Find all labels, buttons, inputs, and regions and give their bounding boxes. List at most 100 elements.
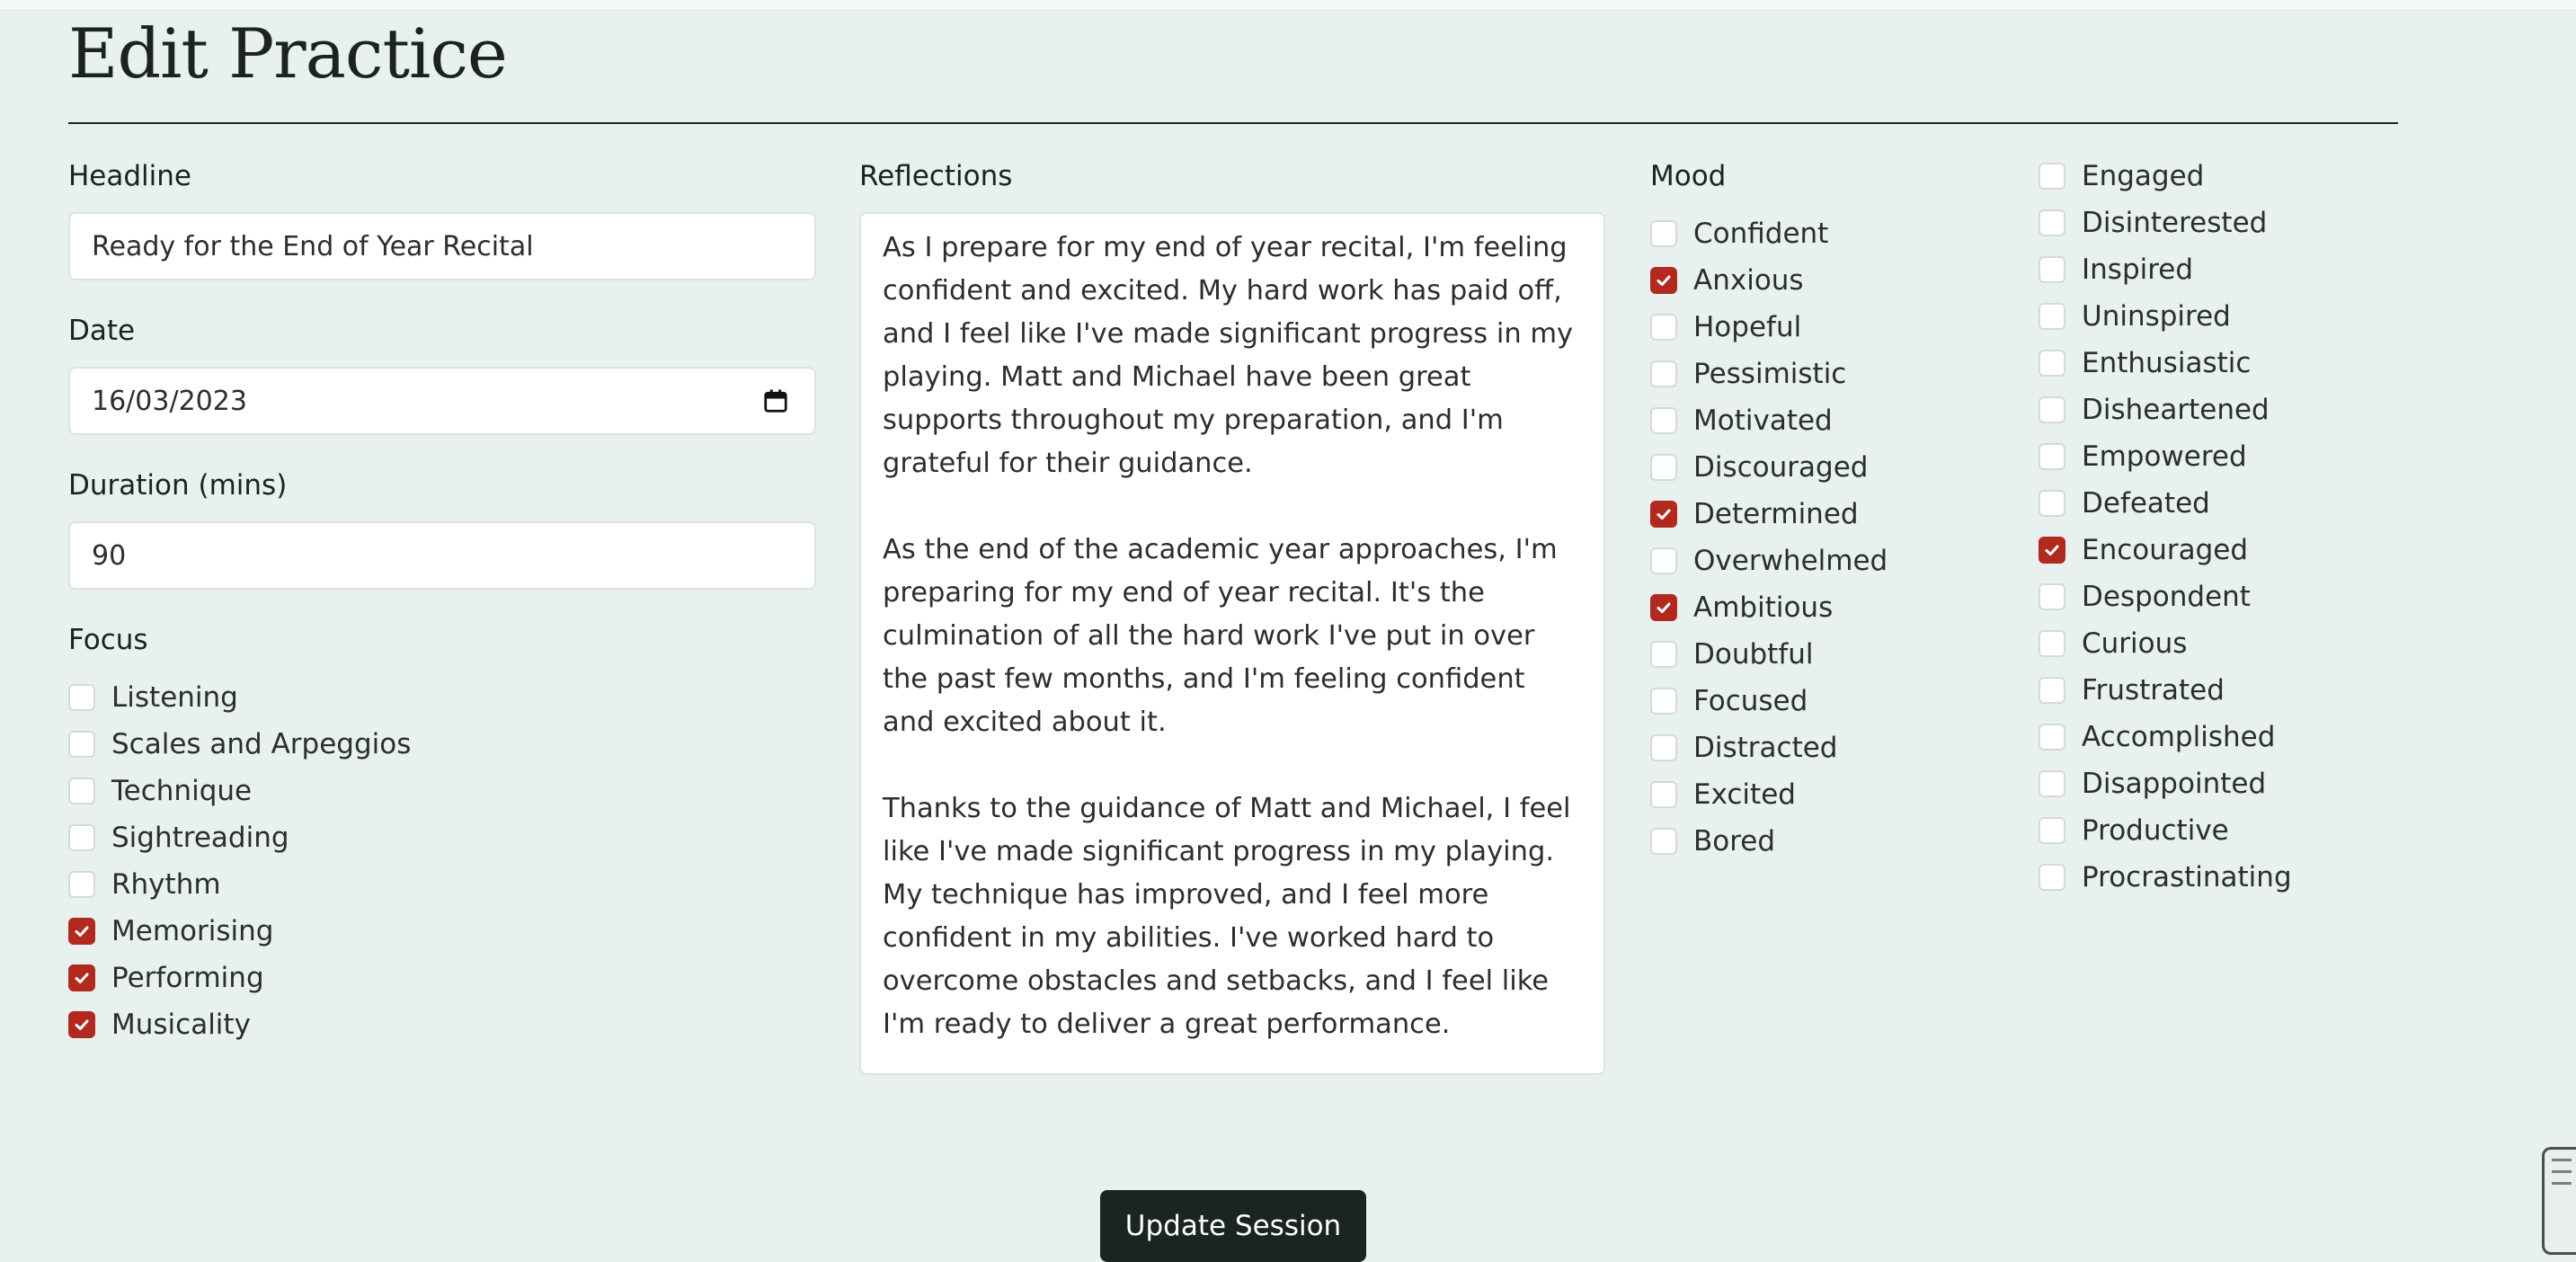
checkbox-label: Curious	[2082, 627, 2188, 660]
checkbox-option-defeated[interactable]: Defeated	[2039, 480, 2292, 527]
checkbox[interactable]	[1650, 267, 1677, 294]
checkbox-option-accomplished[interactable]: Accomplished	[2039, 714, 2292, 760]
checkbox[interactable]	[2039, 443, 2065, 470]
checkbox[interactable]	[68, 824, 95, 851]
checkbox-option-scales-and-arpeggios[interactable]: Scales and Arpeggios	[68, 721, 411, 768]
checkbox-option-encouraged[interactable]: Encouraged	[2039, 527, 2292, 573]
checkbox-option-anxious[interactable]: Anxious	[1650, 257, 1888, 304]
reflections-textarea[interactable]: As I prepare for my end of year recital,…	[859, 212, 1605, 1075]
checkbox-option-inspired[interactable]: Inspired	[2039, 246, 2292, 293]
checkbox[interactable]	[1650, 828, 1677, 855]
checkbox[interactable]	[1650, 688, 1677, 715]
checkbox-option-performing[interactable]: Performing	[68, 955, 411, 1001]
checkbox-label: Technique	[111, 775, 253, 807]
checkbox[interactable]	[68, 731, 95, 758]
checkbox-label: Distracted	[1693, 732, 1838, 764]
checkbox-option-memorising[interactable]: Memorising	[68, 908, 411, 955]
checkmark-icon	[75, 926, 89, 937]
page-title: Edit Practice	[68, 13, 508, 93]
checkbox-option-pessimistic[interactable]: Pessimistic	[1650, 351, 1888, 397]
checkbox[interactable]	[2039, 209, 2065, 236]
checkbox[interactable]	[1650, 454, 1677, 481]
checkbox[interactable]	[2039, 350, 2065, 377]
checkbox[interactable]	[2039, 770, 2065, 797]
checkbox[interactable]	[2039, 303, 2065, 330]
checkbox-label: Excited	[1693, 778, 1796, 811]
date-input[interactable]: 16/03/2023	[68, 367, 816, 435]
checkbox[interactable]	[68, 964, 95, 991]
checkbox[interactable]	[68, 684, 95, 711]
checkbox-option-productive[interactable]: Productive	[2039, 807, 2292, 854]
checkbox[interactable]	[2039, 256, 2065, 283]
checkbox[interactable]	[68, 871, 95, 898]
checkbox[interactable]	[1650, 547, 1677, 574]
checkbox[interactable]	[1650, 314, 1677, 341]
checkbox-label: Uninspired	[2082, 300, 2231, 333]
checkbox[interactable]	[1650, 407, 1677, 434]
checkbox-option-empowered[interactable]: Empowered	[2039, 433, 2292, 480]
checkbox[interactable]	[1650, 220, 1677, 247]
checkbox-option-uninspired[interactable]: Uninspired	[2039, 293, 2292, 340]
checkbox-option-distracted[interactable]: Distracted	[1650, 724, 1888, 771]
checkbox-option-musicality[interactable]: Musicality	[68, 1001, 411, 1048]
checkbox-option-despondent[interactable]: Despondent	[2039, 573, 2292, 620]
calendar-icon[interactable]	[762, 387, 789, 414]
duration-input[interactable]: 90	[68, 521, 816, 590]
checkbox-option-ambitious[interactable]: Ambitious	[1650, 584, 1888, 631]
checkbox-option-determined[interactable]: Determined	[1650, 491, 1888, 538]
checkbox[interactable]	[1650, 501, 1677, 528]
floating-widget-tab[interactable]	[2542, 1147, 2576, 1255]
headline-label: Headline	[68, 160, 192, 192]
checkbox[interactable]	[2039, 630, 2065, 657]
checkbox[interactable]	[2039, 537, 2065, 564]
checkbox-label: Inspired	[2082, 253, 2194, 286]
checkbox-option-focused[interactable]: Focused	[1650, 678, 1888, 724]
checkbox[interactable]	[1650, 594, 1677, 621]
checkbox-label: Determined	[1693, 498, 1859, 530]
checkbox-option-enthusiastic[interactable]: Enthusiastic	[2039, 340, 2292, 387]
checkbox-option-overwhelmed[interactable]: Overwhelmed	[1650, 538, 1888, 584]
headline-value: Ready for the End of Year Recital	[92, 230, 534, 262]
checkbox[interactable]	[2039, 163, 2065, 190]
checkbox-label: Sightreading	[111, 822, 289, 854]
checkbox[interactable]	[68, 778, 95, 804]
checkbox-option-excited[interactable]: Excited	[1650, 771, 1888, 818]
checkbox-option-engaged[interactable]: Engaged	[2039, 153, 2292, 200]
checkbox-option-listening[interactable]: Listening	[68, 674, 411, 721]
checkbox[interactable]	[2039, 817, 2065, 844]
checkbox-option-discouraged[interactable]: Discouraged	[1650, 444, 1888, 491]
checkbox[interactable]	[2039, 583, 2065, 610]
checkbox-option-procrastinating[interactable]: Procrastinating	[2039, 854, 2292, 901]
checkbox-option-disappointed[interactable]: Disappointed	[2039, 760, 2292, 807]
checkbox[interactable]	[1650, 641, 1677, 668]
checkbox-label: Performing	[111, 962, 264, 994]
checkbox-option-disheartened[interactable]: Disheartened	[2039, 387, 2292, 433]
checkmark-icon	[1657, 509, 1671, 520]
checkbox-option-rhythm[interactable]: Rhythm	[68, 861, 411, 908]
checkbox-option-technique[interactable]: Technique	[68, 768, 411, 814]
checkbox[interactable]	[1650, 360, 1677, 387]
checkbox[interactable]	[2039, 677, 2065, 704]
checkbox-option-frustrated[interactable]: Frustrated	[2039, 667, 2292, 714]
checkbox-option-motivated[interactable]: Motivated	[1650, 397, 1888, 444]
checkbox[interactable]	[68, 1011, 95, 1038]
headline-input[interactable]: Ready for the End of Year Recital	[68, 212, 816, 280]
checkbox-option-doubtful[interactable]: Doubtful	[1650, 631, 1888, 678]
update-session-button[interactable]: Update Session	[1100, 1190, 1366, 1262]
checkbox-option-hopeful[interactable]: Hopeful	[1650, 304, 1888, 351]
checkbox-option-confident[interactable]: Confident	[1650, 210, 1888, 257]
checkbox-option-disinterested[interactable]: Disinterested	[2039, 200, 2292, 246]
checkbox[interactable]	[1650, 734, 1677, 761]
checkbox[interactable]	[1650, 781, 1677, 808]
checkbox-label: Doubtful	[1693, 638, 1814, 671]
checkbox-label: Disappointed	[2082, 768, 2267, 800]
checkbox[interactable]	[2039, 396, 2065, 423]
checkbox[interactable]	[2039, 864, 2065, 891]
checkbox[interactable]	[68, 918, 95, 945]
checkbox-option-curious[interactable]: Curious	[2039, 620, 2292, 667]
checkbox[interactable]	[2039, 724, 2065, 751]
checkbox-option-bored[interactable]: Bored	[1650, 818, 1888, 865]
checkbox-option-sightreading[interactable]: Sightreading	[68, 814, 411, 861]
checkbox[interactable]	[2039, 490, 2065, 517]
date-value: 16/03/2023	[92, 385, 247, 417]
